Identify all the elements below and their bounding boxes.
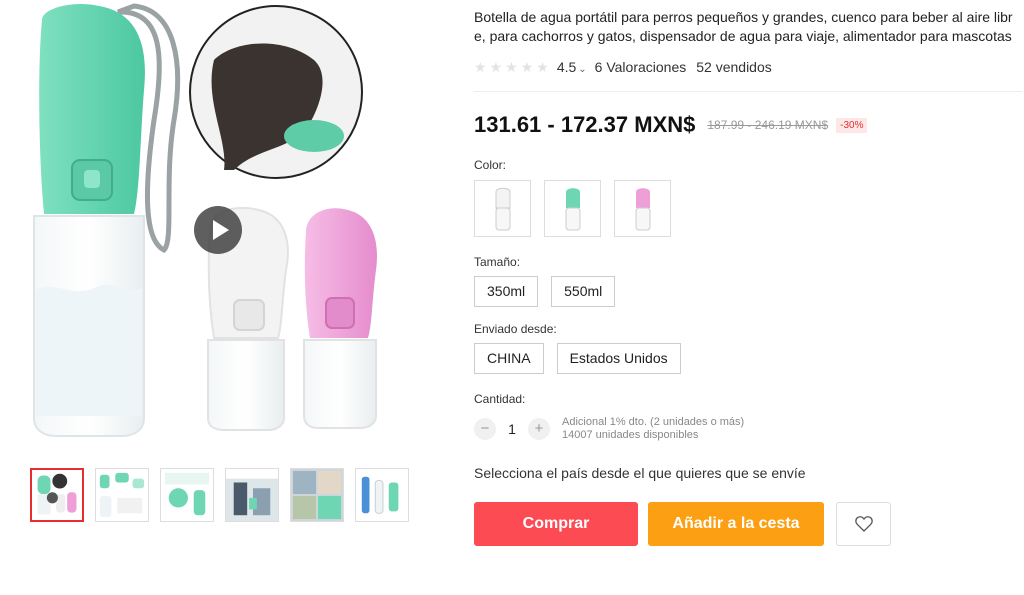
size-options: 350ml 550ml [474, 276, 1022, 307]
buy-now-button[interactable]: Comprar [474, 502, 638, 546]
sold-count: 52 vendidos [696, 59, 772, 75]
thumbnail-2[interactable] [95, 468, 149, 522]
shipping-country-message: Selecciona el país desde el que quieres … [474, 465, 806, 481]
action-buttons: Comprar Añadir a la cesta [474, 502, 1022, 546]
product-title: Botella de agua portátil para perros peq… [474, 9, 1013, 44]
wishlist-button[interactable] [836, 502, 891, 546]
color-label: Color: [474, 158, 507, 172]
color-options [474, 180, 1022, 237]
stock-available: 14007 unidades disponibles [562, 429, 699, 441]
color-option-white[interactable] [474, 180, 531, 237]
price-row: 131.61 - 172.37 MXN$ 187.99 - 246.19 MXN… [474, 110, 1022, 140]
ship-from-usa[interactable]: Estados Unidos [556, 343, 681, 374]
size-option-550ml[interactable]: 550ml [551, 276, 616, 307]
thumbnail-strip [30, 468, 409, 522]
play-video-button[interactable] [194, 206, 242, 254]
thumbnail-3[interactable] [160, 468, 214, 522]
star-icon: ★ [505, 59, 518, 75]
reviews-link[interactable]: 6 Valoraciones [595, 59, 687, 75]
ship-from-china[interactable]: CHINA [474, 343, 544, 374]
star-rating: ★ ★ ★ ★ ★ [474, 60, 549, 74]
rating-row: ★ ★ ★ ★ ★ 4.5 ⌄ 6 Valoraciones 52 vendido… [474, 57, 1022, 77]
color-option-pink[interactable] [614, 180, 671, 237]
current-price: 131.61 - 172.37 MXN$ [474, 112, 696, 137]
thumbnail-1[interactable] [30, 468, 84, 522]
star-icon: ★ [489, 59, 503, 75]
color-option-mint[interactable] [544, 180, 601, 237]
quantity-decrease-button[interactable]: − [474, 418, 496, 440]
size-option-350ml[interactable]: 350ml [474, 276, 539, 307]
thumbnail-5[interactable] [290, 468, 344, 522]
quantity-increase-button[interactable]: + [528, 418, 550, 440]
quantity-note: Adicional 1% dto. (2 unidades o más) 140… [562, 416, 744, 442]
heart-icon [854, 516, 873, 532]
star-icon: ★ [536, 59, 549, 75]
chevron-down-icon: ⌄ [578, 64, 587, 75]
thumbnail-4[interactable] [225, 468, 279, 522]
size-label: Tamaño: [474, 255, 521, 269]
ship-from-label: Enviado desde: [474, 322, 557, 336]
quantity-stepper: − 1 + Adicional 1% dto. (2 unidades o má… [474, 416, 1022, 442]
original-price: 187.99 - 246.19 MXN$ [707, 118, 829, 132]
quantity-label: Cantidad: [474, 392, 526, 406]
add-to-cart-button[interactable]: Añadir a la cesta [648, 502, 824, 546]
ship-from-options: CHINA Estados Unidos [474, 343, 1022, 374]
discount-badge: -30% [836, 117, 868, 133]
bulk-discount-note: Adicional 1% dto. (2 unidades o más) [562, 416, 745, 428]
star-icon: ★ [474, 59, 487, 75]
divider [474, 91, 1022, 92]
main-product-image[interactable] [14, 0, 434, 445]
product-info-panel: Botella de agua portátil para perros peq… [474, 8, 1022, 546]
thumbnail-6[interactable] [355, 468, 409, 522]
rating-value[interactable]: 4.5 ⌄ [557, 59, 587, 75]
star-icon: ★ [520, 59, 534, 75]
quantity-value[interactable]: 1 [496, 421, 528, 437]
